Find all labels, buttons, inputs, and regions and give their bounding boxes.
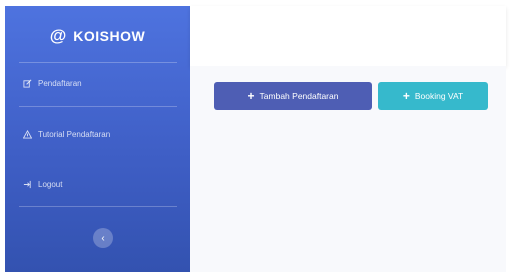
sidebar: @ KOISHOW Pendaftaran Tutorial Pendaftar <box>5 6 190 272</box>
sidebar-item-pendaftaran[interactable]: Pendaftaran <box>23 73 178 93</box>
plus-icon: + <box>402 89 410 103</box>
brand-name: KOISHOW <box>73 28 146 44</box>
edit-icon <box>23 79 32 88</box>
chevron-left-icon: ‹ <box>101 232 105 244</box>
sidebar-divider <box>19 106 177 107</box>
sidebar-divider <box>19 206 177 207</box>
sidebar-item-tutorial-pendaftaran[interactable]: Tutorial Pendaftaran <box>23 124 178 144</box>
sidebar-item-label: Logout <box>38 179 63 189</box>
logout-icon <box>23 180 32 189</box>
sidebar-divider <box>19 62 177 63</box>
warning-icon <box>23 129 32 139</box>
brand-at-symbol: @ <box>49 26 67 45</box>
sidebar-item-label: Pendaftaran <box>38 78 82 88</box>
add-registration-label: Tambah Pendaftaran <box>259 91 339 101</box>
add-registration-button[interactable]: + Tambah Pendaftaran <box>214 82 372 110</box>
sidebar-item-logout[interactable]: Logout <box>23 174 178 194</box>
booking-vat-button[interactable]: + Booking VAT <box>378 82 488 110</box>
booking-vat-label: Booking VAT <box>414 91 464 101</box>
app-window: @ KOISHOW Pendaftaran Tutorial Pendaftar <box>0 0 511 277</box>
sidebar-toggle-button[interactable]: ‹ <box>93 228 113 248</box>
sidebar-item-label: Tutorial Pendaftaran <box>38 129 111 139</box>
brand-logo[interactable]: @ KOISHOW <box>5 26 190 46</box>
plus-icon: + <box>247 89 255 103</box>
topbar <box>190 6 506 66</box>
